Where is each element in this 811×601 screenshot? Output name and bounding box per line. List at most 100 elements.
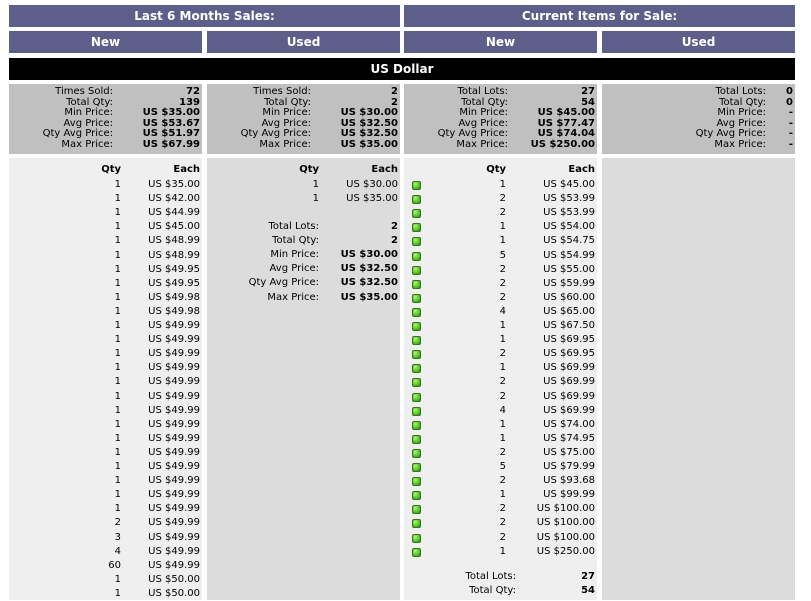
row-qty: 1 bbox=[114, 418, 121, 430]
row-each: US $49.99 bbox=[148, 475, 200, 487]
row-each: US $69.99 bbox=[543, 362, 595, 374]
row-qty: 5 bbox=[499, 461, 506, 472]
row-each: US $54.75 bbox=[543, 235, 595, 247]
summary-value: - bbox=[788, 128, 793, 139]
tab-sold-used[interactable]: Used bbox=[207, 31, 400, 53]
row-qty: 2 bbox=[499, 390, 506, 402]
row-each: US $50.00 bbox=[148, 573, 200, 585]
totals-label: Total Lots: bbox=[268, 221, 319, 232]
row-qty: 2 bbox=[499, 446, 506, 458]
row-qty: 1 bbox=[499, 418, 506, 430]
row-each: US $49.98 bbox=[148, 305, 200, 317]
summary-value: 2 bbox=[391, 86, 398, 97]
row-each: US $53.99 bbox=[543, 193, 595, 205]
row-each: US $49.99 bbox=[148, 545, 200, 557]
summary-sold-used: Times Sold: 2 Total Qty: 2 Min Price: US $30.… bbox=[207, 84, 400, 154]
row-each: US $49.99 bbox=[148, 418, 200, 430]
row-qty: 4 bbox=[499, 404, 506, 416]
row-qty: 1 bbox=[114, 320, 121, 331]
summary-label: Times Sold: bbox=[253, 86, 311, 97]
totals-label: Max Price: bbox=[267, 291, 319, 303]
row-each: US $49.99 bbox=[148, 376, 200, 388]
tab-current-new[interactable]: New bbox=[404, 31, 597, 53]
row-each: US $44.99 bbox=[148, 207, 200, 219]
row-each: US $49.99 bbox=[148, 446, 200, 458]
row-each: US $49.99 bbox=[148, 559, 200, 571]
row-each: US $55.00 bbox=[543, 263, 595, 275]
green-box-icon bbox=[412, 406, 421, 416]
row-each: US $45.00 bbox=[543, 179, 595, 190]
row-each: US $69.95 bbox=[543, 334, 595, 346]
summary-label: Max Price: bbox=[456, 138, 508, 150]
totals-value: US $30.00 bbox=[340, 249, 398, 261]
green-box-icon bbox=[412, 364, 421, 374]
row-qty: 5 bbox=[499, 249, 506, 261]
green-box-icon bbox=[412, 350, 421, 360]
row-qty: 4 bbox=[499, 305, 506, 317]
each-header: Each bbox=[568, 164, 595, 175]
tab-current-used[interactable]: Used bbox=[602, 31, 795, 53]
row-each: US $49.99 bbox=[148, 334, 200, 346]
row-each: US $48.99 bbox=[148, 235, 200, 247]
summary-value: US $67.99 bbox=[142, 138, 200, 150]
list-sold-used: Qty Each 1 US $30.00 1 US $35.00 Total Lots:… bbox=[207, 158, 400, 600]
qty-header: Qty bbox=[101, 164, 121, 175]
row-qty: 1 bbox=[114, 461, 121, 472]
row-each: US $35.00 bbox=[148, 179, 200, 190]
row-each: US $75.00 bbox=[543, 446, 595, 458]
row-qty: 60 bbox=[108, 559, 121, 571]
row-each: US $49.95 bbox=[148, 277, 200, 289]
row-each: US $79.99 bbox=[543, 461, 595, 472]
green-box-icon bbox=[412, 181, 421, 190]
row-each: US $53.99 bbox=[543, 207, 595, 219]
row-qty: 1 bbox=[114, 221, 121, 233]
summary-value: 27 bbox=[581, 86, 595, 97]
summary-value: US $32.50 bbox=[340, 128, 398, 139]
summary-label: Max Price: bbox=[61, 138, 113, 150]
totals-label: Total Qty: bbox=[272, 235, 319, 247]
green-box-icon bbox=[412, 434, 421, 444]
green-box-icon bbox=[412, 547, 421, 557]
totals-value: US $32.50 bbox=[340, 263, 398, 275]
row-qty: 1 bbox=[499, 489, 506, 501]
each-header: Each bbox=[173, 164, 200, 175]
row-qty: 1 bbox=[114, 362, 121, 374]
row-each: US $49.99 bbox=[148, 390, 200, 402]
row-qty: 1 bbox=[499, 362, 506, 374]
totals-label: Min Price: bbox=[270, 249, 319, 261]
summary-value: US $51.97 bbox=[142, 128, 200, 139]
summary-label: Max Price: bbox=[259, 138, 311, 150]
summary-label: Total Lots: bbox=[715, 86, 766, 97]
row-each: US $74.95 bbox=[543, 432, 595, 444]
summary-value: - bbox=[788, 107, 793, 118]
row-each: US $48.99 bbox=[148, 249, 200, 261]
row-each: US $100.00 bbox=[536, 531, 595, 543]
totals-label: Total Lots: bbox=[465, 571, 516, 582]
list-current-new: Qty Each 1 US $45.00 2 US $53.99 2 US $53.99 1… bbox=[404, 158, 597, 600]
green-box-icon bbox=[412, 336, 421, 346]
row-qty: 1 bbox=[114, 348, 121, 360]
row-qty: 1 bbox=[499, 235, 506, 247]
row-qty: 1 bbox=[114, 193, 121, 205]
row-qty: 1 bbox=[114, 503, 121, 515]
row-qty: 2 bbox=[499, 193, 506, 205]
tab-sold-new[interactable]: New bbox=[9, 31, 202, 53]
summary-label: Min Price: bbox=[717, 107, 766, 118]
green-box-icon bbox=[412, 307, 421, 317]
summary-label: Times Sold: bbox=[55, 86, 113, 97]
summary-value: - bbox=[788, 138, 793, 150]
summary-label: Qty Avg Price: bbox=[437, 128, 508, 139]
summary-value: 72 bbox=[186, 86, 200, 97]
row-each: US $69.99 bbox=[543, 390, 595, 402]
row-each: US $49.99 bbox=[148, 461, 200, 472]
row-qty: 2 bbox=[499, 263, 506, 275]
row-each: US $45.00 bbox=[148, 221, 200, 233]
row-qty: 1 bbox=[114, 277, 121, 289]
summary-value: 0 bbox=[786, 86, 793, 97]
green-box-icon bbox=[412, 448, 421, 458]
each-header: Each bbox=[371, 164, 398, 175]
row-qty: 1 bbox=[114, 587, 121, 599]
summary-value: US $35.00 bbox=[142, 107, 200, 118]
row-each: US $67.50 bbox=[543, 320, 595, 331]
row-each: US $100.00 bbox=[536, 517, 595, 529]
